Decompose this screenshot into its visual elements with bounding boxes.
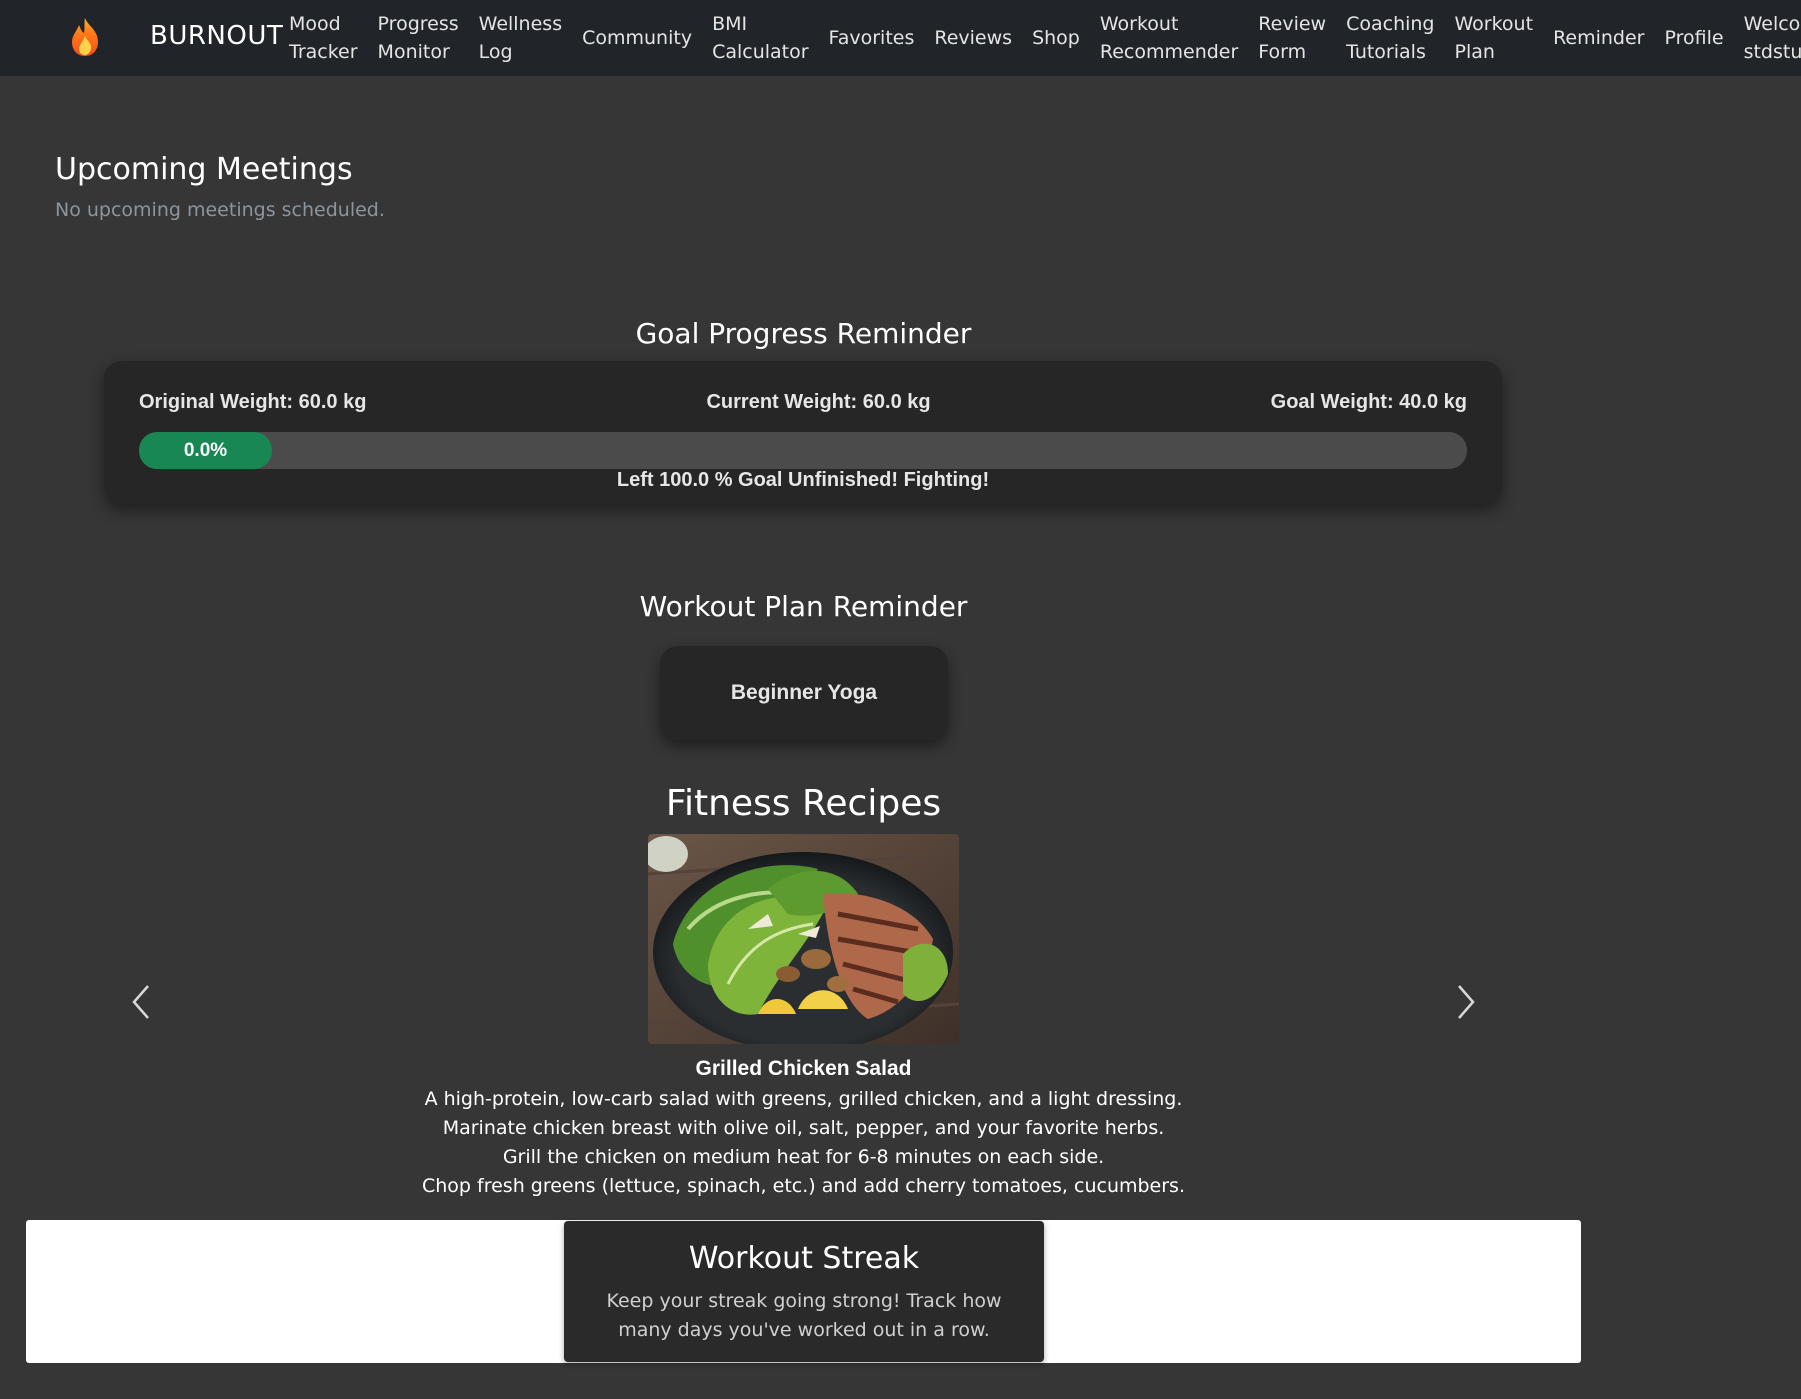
recipe-step: Marinate chicken breast with olive oil, … [442,1117,1165,1139]
goal-progress-fill: 0.0% [139,432,272,469]
nav-item-bmi-calculator[interactable]: BMI Calculator [702,10,818,66]
nav-item-shop[interactable]: Shop [1022,24,1090,52]
goal-progress-card: Original Weight: 60.0 kg Current Weight:… [104,361,1502,504]
flame-icon[interactable] [68,16,102,58]
nav-item-review-form[interactable]: Review Form [1248,10,1336,66]
weight-stats: Original Weight: 60.0 kg Current Weight:… [139,391,1467,414]
nav-item-favorites[interactable]: Favorites [819,24,925,52]
goal-progress-bar: 0.0% [139,432,1467,469]
nav-item-welcome-user[interactable]: Welcome, stdstudent [1734,10,1801,66]
brand-link[interactable]: BURNOUT [150,18,283,54]
recipe-name: Grilled Chicken Salad [695,1057,912,1080]
workout-plan-heading: Workout Plan Reminder [639,590,968,623]
recipe-description: A high-protein, low-carb salad with gree… [424,1088,1183,1110]
fitness-recipes-heading: Fitness Recipes [665,783,942,824]
nav-item-reviews[interactable]: Reviews [924,24,1022,52]
no-meetings-text: No upcoming meetings scheduled. [55,199,385,221]
workout-plan-card[interactable]: Beginner Yoga [660,646,948,740]
nav-item-workout-recommender[interactable]: Workout Recommender [1090,10,1248,66]
nav-item-wellness-log[interactable]: Wellness Log [469,10,572,66]
workout-streak-card: Workout Streak Keep your streak going st… [564,1221,1044,1362]
recipe-step: Chop fresh greens (lettuce, spinach, etc… [422,1175,1185,1197]
original-weight: Original Weight: 60.0 kg [139,391,367,413]
nav-item-community[interactable]: Community [572,24,702,52]
chevron-right-icon[interactable] [1449,982,1479,1022]
current-weight: Current Weight: 60.0 kg [706,391,931,413]
nav-item-reminder[interactable]: Reminder [1543,24,1654,52]
workout-streak-description: Keep your streak going strong! Track how… [606,1290,1002,1341]
goal-progress-heading: Goal Progress Reminder [635,317,972,350]
nav-item-coaching-tutorials[interactable]: Coaching Tutorials [1336,10,1444,66]
recipe-photo [648,834,959,1044]
nav-item-mood-tracker[interactable]: Mood Tracker [279,10,368,66]
workout-streak-heading: Workout Streak [688,1241,920,1276]
goal-status-message: Left 100.0 % Goal Unfinished! Fighting! [616,469,990,491]
chevron-left-icon[interactable] [128,982,158,1022]
nav-item-workout-plan[interactable]: Workout Plan [1445,10,1544,66]
nav-item-profile[interactable]: Profile [1655,24,1734,52]
recipe-step: Grill the chicken on medium heat for 6-8… [502,1146,1105,1168]
nav-menu: Mood Tracker Progress Monitor Wellness L… [279,0,1801,76]
goal-weight: Goal Weight: 40.0 kg [1270,391,1467,413]
upcoming-meetings-heading: Upcoming Meetings [55,152,353,187]
nav-item-progress-monitor[interactable]: Progress Monitor [368,10,469,66]
top-navbar: BURNOUT Mood Tracker Progress Monitor We… [0,0,1801,76]
